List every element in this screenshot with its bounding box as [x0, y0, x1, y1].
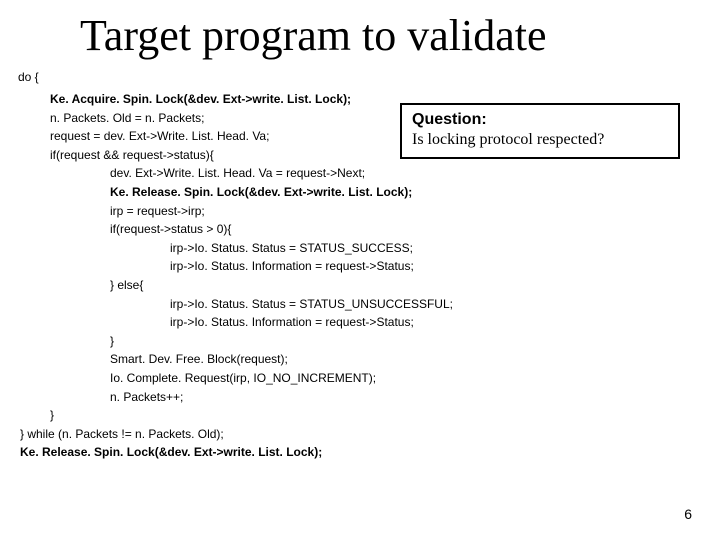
question-body: Is locking protocol respected?	[412, 131, 668, 149]
code-block: Ke. Acquire. Spin. Lock(&dev. Ext->write…	[50, 90, 453, 462]
code-line: irp->Io. Status. Status = STATUS_SUCCESS…	[50, 239, 453, 258]
page-number: 6	[684, 506, 692, 522]
code-line: Ke. Release. Spin. Lock(&dev. Ext->write…	[50, 183, 453, 202]
code-line: if(request->status > 0){	[50, 220, 453, 239]
code-line: if(request && request->status){	[50, 146, 453, 165]
code-line: irp->Io. Status. Information = request->…	[50, 313, 453, 332]
code-line: irp = request->irp;	[50, 202, 453, 221]
question-box: Question: Is locking protocol respected?	[400, 103, 680, 159]
question-title: Question:	[412, 111, 668, 129]
code-line: Ke. Acquire. Spin. Lock(&dev. Ext->write…	[50, 90, 453, 109]
slide-title: Target program to validate	[80, 10, 700, 61]
code-line: } else{	[50, 276, 453, 295]
code-line: Ke. Release. Spin. Lock(&dev. Ext->write…	[20, 443, 453, 462]
code-do-label: do {	[18, 70, 39, 84]
code-line: irp->Io. Status. Information = request->…	[50, 257, 453, 276]
code-line: Io. Complete. Request(irp, IO_NO_INCREME…	[50, 369, 453, 388]
code-line: request = dev. Ext->Write. List. Head. V…	[50, 127, 453, 146]
code-line: Smart. Dev. Free. Block(request);	[50, 350, 453, 369]
code-line: n. Packets++;	[50, 388, 453, 407]
code-line: dev. Ext->Write. List. Head. Va = reques…	[50, 164, 453, 183]
code-line: }	[50, 406, 453, 425]
code-line: } while (n. Packets != n. Packets. Old);	[20, 425, 453, 444]
code-line: irp->Io. Status. Status = STATUS_UNSUCCE…	[50, 295, 453, 314]
code-line: n. Packets. Old = n. Packets;	[50, 109, 453, 128]
code-line: }	[50, 332, 453, 351]
